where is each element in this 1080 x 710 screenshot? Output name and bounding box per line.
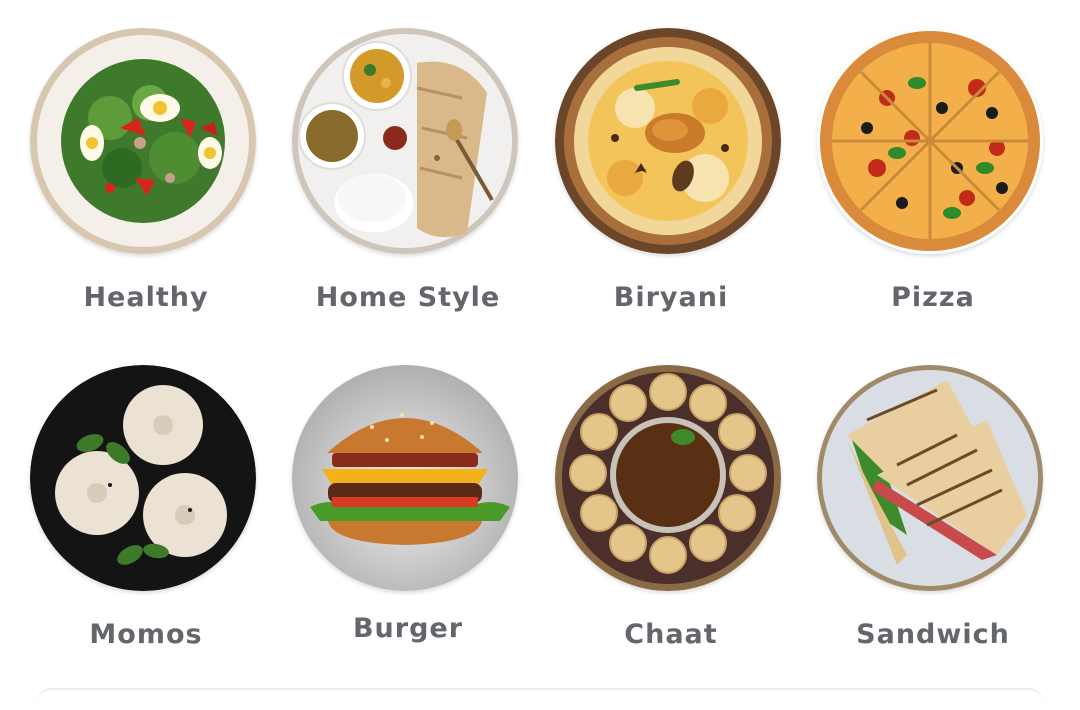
- category-label: Pizza: [891, 282, 975, 313]
- category-home-style[interactable]: Home Style: [277, 28, 539, 338]
- thali-plate-icon: [292, 28, 518, 254]
- momos-plate-icon: [30, 365, 256, 591]
- category-label: Biryani: [613, 282, 729, 313]
- biryani-bowl-icon: [555, 28, 781, 254]
- category-label: Burger: [352, 613, 464, 644]
- category-sandwich[interactable]: Sandwich: [802, 365, 1064, 675]
- category-label: Home Style: [315, 282, 501, 313]
- category-biryani[interactable]: Biryani: [540, 28, 802, 338]
- category-chaat[interactable]: Chaat: [540, 365, 802, 675]
- category-healthy[interactable]: Healthy: [15, 28, 277, 338]
- category-momos[interactable]: Momos: [15, 365, 277, 675]
- category-label: Sandwich: [856, 619, 1010, 650]
- pizza-icon: [817, 28, 1043, 254]
- category-pizza[interactable]: Pizza: [802, 28, 1064, 338]
- category-burger[interactable]: Burger: [277, 365, 539, 675]
- category-label: Chaat: [624, 619, 718, 650]
- category-label: Healthy: [83, 282, 209, 313]
- next-section-card-edge: [36, 688, 1044, 710]
- chaat-plate-icon: [555, 365, 781, 591]
- sandwich-plate-icon: [817, 365, 1043, 591]
- category-label: Momos: [89, 619, 203, 650]
- burger-icon: [292, 365, 518, 591]
- salad-plate-icon: [30, 28, 256, 254]
- food-category-grid: Healthy Home Style Biryani Pizza Momos B…: [0, 0, 1080, 695]
